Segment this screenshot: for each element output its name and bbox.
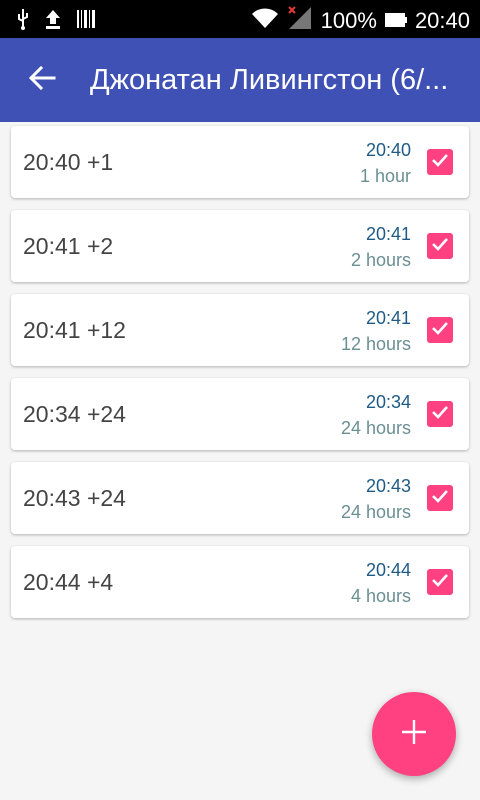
item-time: 20:40: [365, 140, 411, 160]
item-duration: 1 hour: [359, 166, 411, 186]
item-duration: 4 hours: [350, 586, 411, 606]
status-bar: 100% 20:40: [0, 0, 480, 38]
app-bar: Джонатан Ливингстон (6/...: [0, 38, 480, 122]
item-time: 20:41: [365, 308, 411, 328]
item-title: 20:43 +24: [23, 484, 126, 511]
check-icon: [430, 234, 450, 259]
plus-icon: [399, 717, 429, 752]
list-item[interactable]: 20:43 +24 20:43 24 hours: [11, 462, 469, 534]
list-item[interactable]: 20:41 +2 20:41 2 hours: [11, 210, 469, 282]
item-checkbox[interactable]: [427, 485, 453, 511]
item-time: 20:44: [365, 560, 411, 580]
item-checkbox[interactable]: [427, 233, 453, 259]
item-duration: 24 hours: [340, 502, 411, 522]
check-icon: [430, 486, 450, 511]
battery-percent: 100%: [320, 8, 377, 33]
check-icon: [430, 150, 450, 175]
item-duration: 2 hours: [350, 250, 411, 270]
check-icon: [430, 318, 450, 343]
page-title: Джонатан Ливингстон (6/...: [90, 63, 449, 96]
item-time: 20:41: [365, 224, 411, 244]
item-duration: 24 hours: [340, 418, 411, 438]
signal-icon: [287, 5, 313, 37]
item-time: 20:43: [365, 476, 411, 496]
item-title: 20:41 +2: [23, 232, 114, 259]
back-button[interactable]: [0, 38, 84, 122]
upload-icon: [44, 8, 62, 35]
add-button[interactable]: [372, 692, 456, 776]
list-item[interactable]: 20:41 +12 20:41 12 hours: [11, 294, 469, 366]
item-checkbox[interactable]: [427, 401, 453, 427]
check-icon: [430, 402, 450, 427]
wifi-icon: [251, 6, 279, 36]
item-title: 20:41 +12: [23, 316, 126, 343]
item-checkbox[interactable]: [427, 569, 453, 595]
item-duration: 12 hours: [340, 334, 411, 354]
arrow-back-icon: [28, 64, 56, 97]
item-title: 20:44 +4: [23, 568, 114, 595]
check-icon: [430, 570, 450, 595]
item-checkbox[interactable]: [427, 149, 453, 175]
list-item[interactable]: 20:40 +1 20:40 1 hour: [11, 126, 469, 198]
item-time: 20:34: [365, 392, 411, 412]
item-title: 20:34 +24: [23, 400, 126, 427]
item-title: 20:40 +1: [23, 148, 114, 175]
barcode-icon: [76, 8, 96, 35]
battery-icon: [384, 8, 407, 34]
clock: 20:40: [414, 8, 470, 33]
status-right-area: 100% 20:40: [251, 5, 470, 37]
item-checkbox[interactable]: [427, 317, 453, 343]
usb-icon: [16, 8, 30, 35]
status-left-icons: [16, 8, 96, 35]
list-item[interactable]: 20:34 +24 20:34 24 hours: [11, 378, 469, 450]
list-item[interactable]: 20:44 +4 20:44 4 hours: [11, 546, 469, 618]
